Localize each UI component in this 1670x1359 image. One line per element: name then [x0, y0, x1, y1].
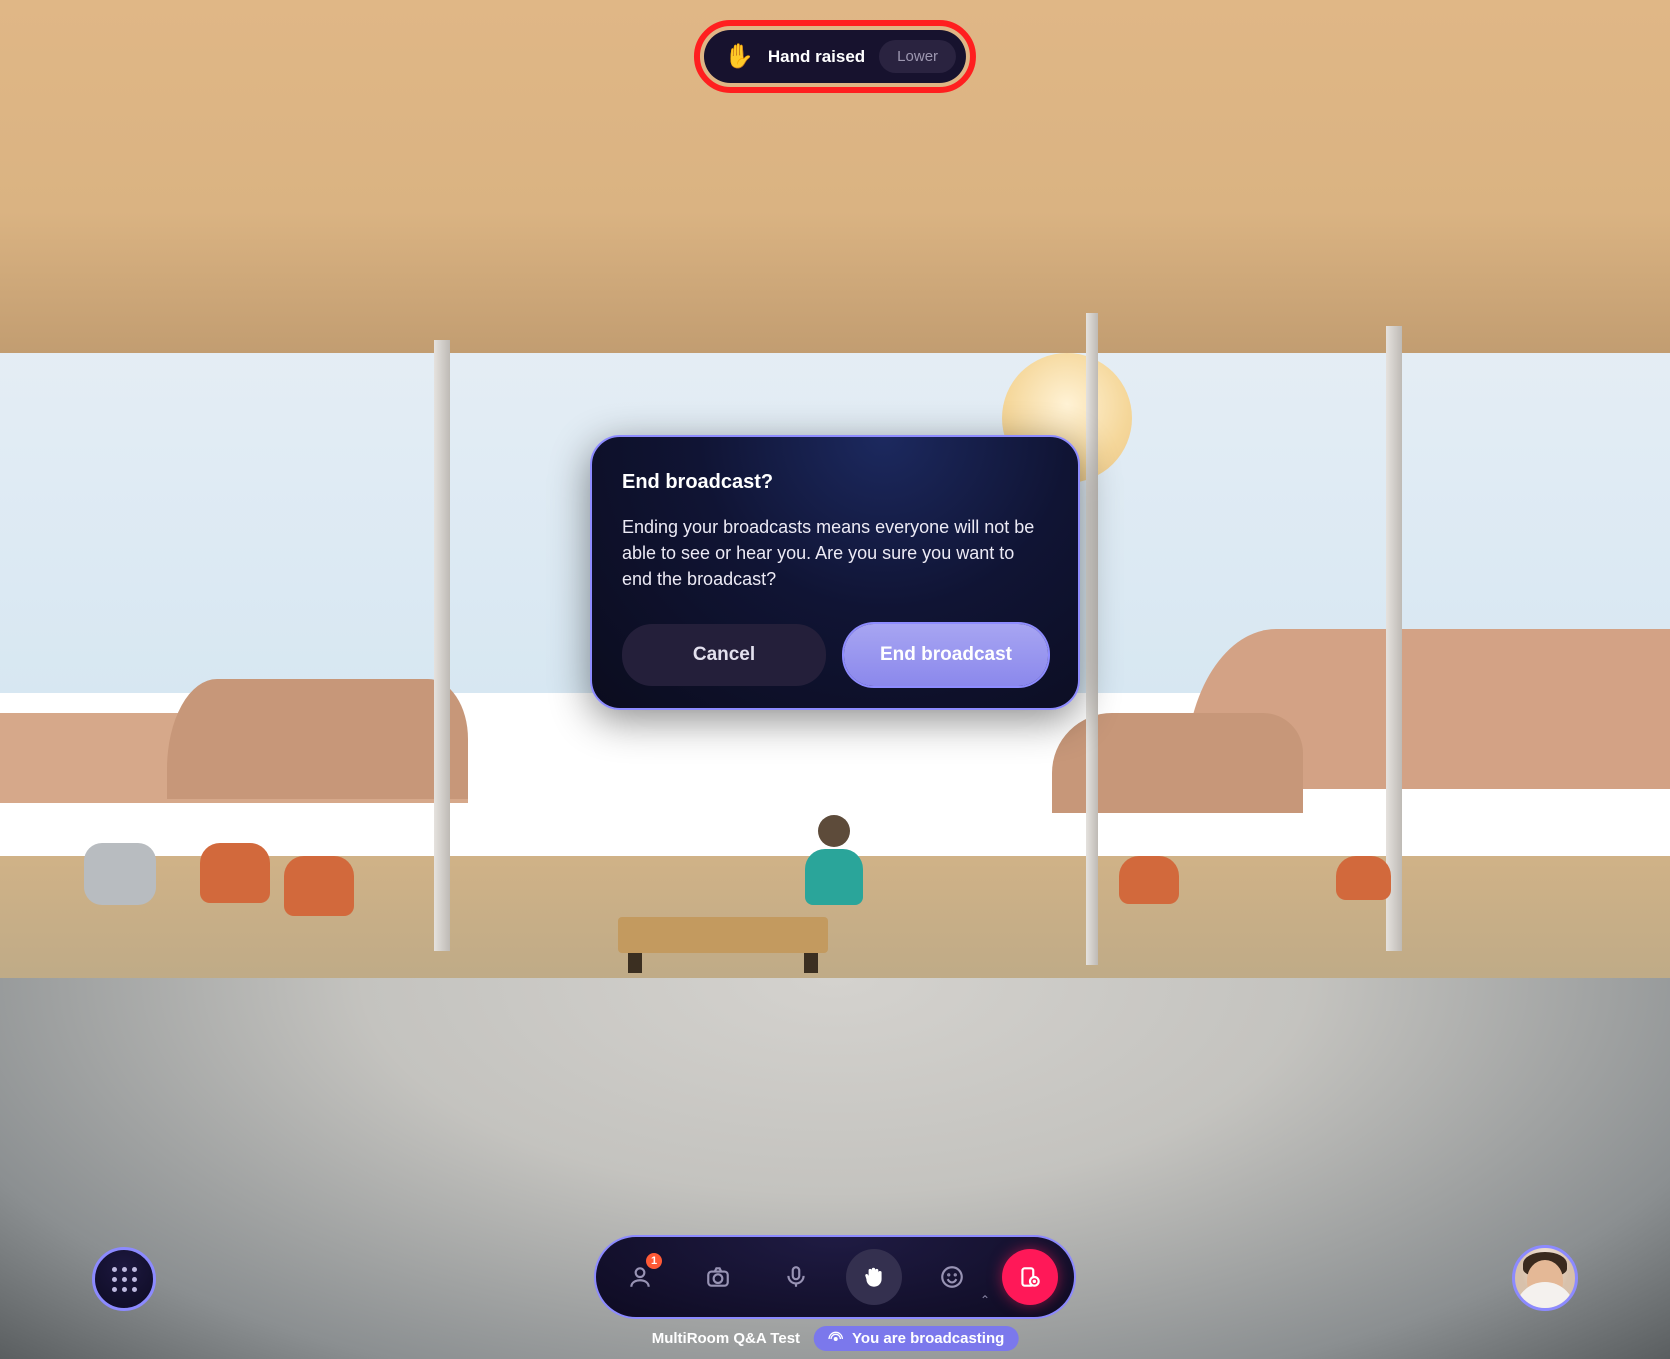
furniture-chair	[200, 843, 270, 903]
avatar-shirt	[1515, 1282, 1575, 1311]
hand-raised-label: Hand raised	[768, 47, 865, 67]
avatar-figure	[802, 815, 866, 915]
hand-raised-pill: ✋ Hand raised Lower	[704, 30, 966, 83]
dialog-body: Ending your broadcasts means everyone wi…	[622, 514, 1048, 592]
room-name-label: MultiRoom Q&A Test	[652, 1330, 800, 1347]
furniture-chair	[284, 856, 354, 916]
pillar	[1386, 326, 1402, 951]
furniture-chair	[1119, 856, 1179, 904]
camera-button[interactable]	[690, 1249, 746, 1305]
chevron-up-icon: ⌃	[980, 1293, 990, 1307]
reactions-button[interactable]: ⌃	[924, 1249, 980, 1305]
smile-icon	[939, 1264, 965, 1290]
pillar	[434, 340, 450, 952]
highlight-frame: ✋ Hand raised Lower	[694, 20, 976, 93]
broadcast-status-pill[interactable]: You are broadcasting	[814, 1326, 1018, 1351]
leave-button[interactable]	[1002, 1249, 1058, 1305]
profile-avatar-button[interactable]	[1512, 1245, 1578, 1311]
footer-status: MultiRoom Q&A Test You are broadcasting	[652, 1326, 1019, 1351]
furniture-chair	[1336, 856, 1391, 900]
participants-badge: 1	[646, 1253, 662, 1269]
grid-icon	[112, 1267, 137, 1292]
lower-hand-button[interactable]: Lower	[879, 40, 956, 73]
end-broadcast-dialog: End broadcast? Ending your broadcasts me…	[590, 435, 1080, 710]
hand-icon	[861, 1264, 887, 1290]
dialog-title: End broadcast?	[622, 471, 1048, 494]
end-broadcast-button[interactable]: End broadcast	[844, 624, 1048, 686]
bottom-toolbar: 1 ⌃	[594, 1235, 1076, 1319]
raise-hand-button[interactable]	[846, 1249, 902, 1305]
dialog-button-row: Cancel End broadcast	[622, 624, 1048, 686]
furniture-bench	[618, 917, 828, 953]
cancel-button[interactable]: Cancel	[622, 624, 826, 686]
menu-button[interactable]	[92, 1247, 156, 1311]
leave-icon	[1017, 1264, 1043, 1290]
broadcast-status-text: You are broadcasting	[852, 1330, 1004, 1347]
microphone-button[interactable]	[768, 1249, 824, 1305]
broadcast-icon	[828, 1331, 844, 1347]
camera-icon	[705, 1264, 731, 1290]
microphone-icon	[783, 1264, 809, 1290]
furniture-chair	[84, 843, 156, 905]
raised-hand-icon: ✋	[724, 42, 754, 71]
participants-button[interactable]: 1	[612, 1249, 668, 1305]
pillar	[1086, 313, 1098, 965]
